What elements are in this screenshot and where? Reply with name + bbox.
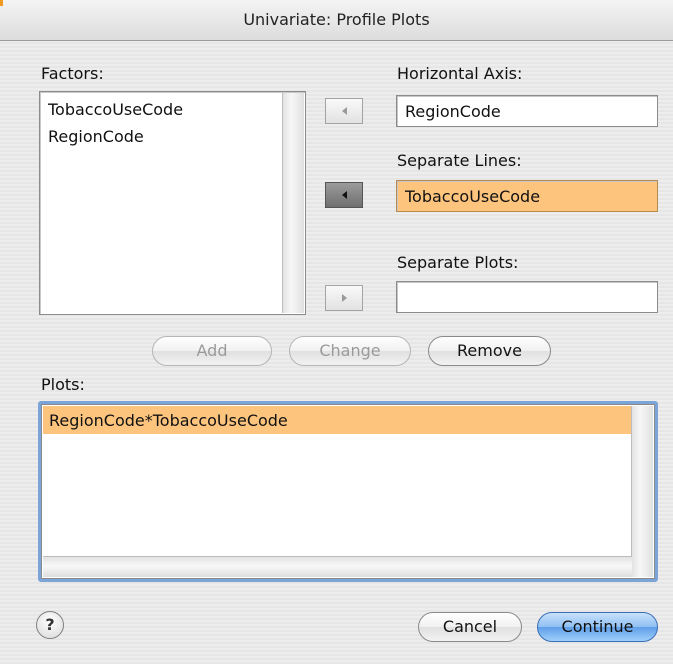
plots-list[interactable]: RegionCode*TobaccoUseCode — [38, 401, 658, 582]
title-bar: Univariate: Profile Plots — [0, 0, 673, 41]
triangle-right-icon — [341, 294, 347, 302]
help-button[interactable]: ? — [36, 611, 64, 639]
window-title: Univariate: Profile Plots — [243, 10, 430, 29]
plot-item-label: RegionCode*TobaccoUseCode — [49, 411, 288, 430]
horizontal-axis-field[interactable]: RegionCode — [396, 95, 658, 127]
factors-label: Factors: — [41, 64, 104, 83]
factors-list[interactable]: TobaccoUseCode RegionCode — [39, 91, 306, 315]
plots-list-frame: RegionCode*TobaccoUseCode — [41, 404, 655, 579]
triangle-left-icon — [341, 191, 347, 199]
factors-vertical-scrollbar[interactable] — [282, 93, 304, 313]
separate-lines-field[interactable]: TobaccoUseCode — [396, 180, 658, 212]
plots-label: Plots: — [41, 375, 85, 394]
plot-item-selected[interactable]: RegionCode*TobaccoUseCode — [43, 406, 634, 434]
add-button[interactable]: Add — [152, 336, 272, 366]
plots-horizontal-scrollbar[interactable] — [43, 556, 632, 577]
move-to-horizontal-axis-button[interactable] — [325, 98, 363, 124]
change-button[interactable]: Change — [289, 336, 411, 366]
factor-item-regioncode[interactable]: RegionCode — [48, 127, 144, 146]
separate-lines-value: TobaccoUseCode — [405, 187, 541, 206]
triangle-left-icon — [341, 107, 347, 115]
window-corner-mark — [0, 0, 3, 6]
plots-vertical-scrollbar[interactable] — [631, 406, 653, 577]
move-to-separate-lines-button[interactable] — [325, 182, 363, 208]
horizontal-axis-label: Horizontal Axis: — [397, 64, 523, 83]
continue-button[interactable]: Continue — [537, 612, 658, 642]
horizontal-axis-value: RegionCode — [405, 102, 501, 121]
separate-plots-label: Separate Plots: — [397, 253, 519, 272]
remove-button[interactable]: Remove — [428, 336, 551, 366]
factor-item-tobaccousecode[interactable]: TobaccoUseCode — [48, 100, 183, 119]
move-to-separate-plots-button[interactable] — [325, 285, 363, 311]
separate-plots-field[interactable] — [396, 281, 658, 313]
separate-lines-label: Separate Lines: — [397, 151, 522, 170]
profile-plots-dialog: Univariate: Profile Plots Factors: Tobac… — [0, 0, 673, 664]
cancel-button[interactable]: Cancel — [418, 612, 522, 642]
